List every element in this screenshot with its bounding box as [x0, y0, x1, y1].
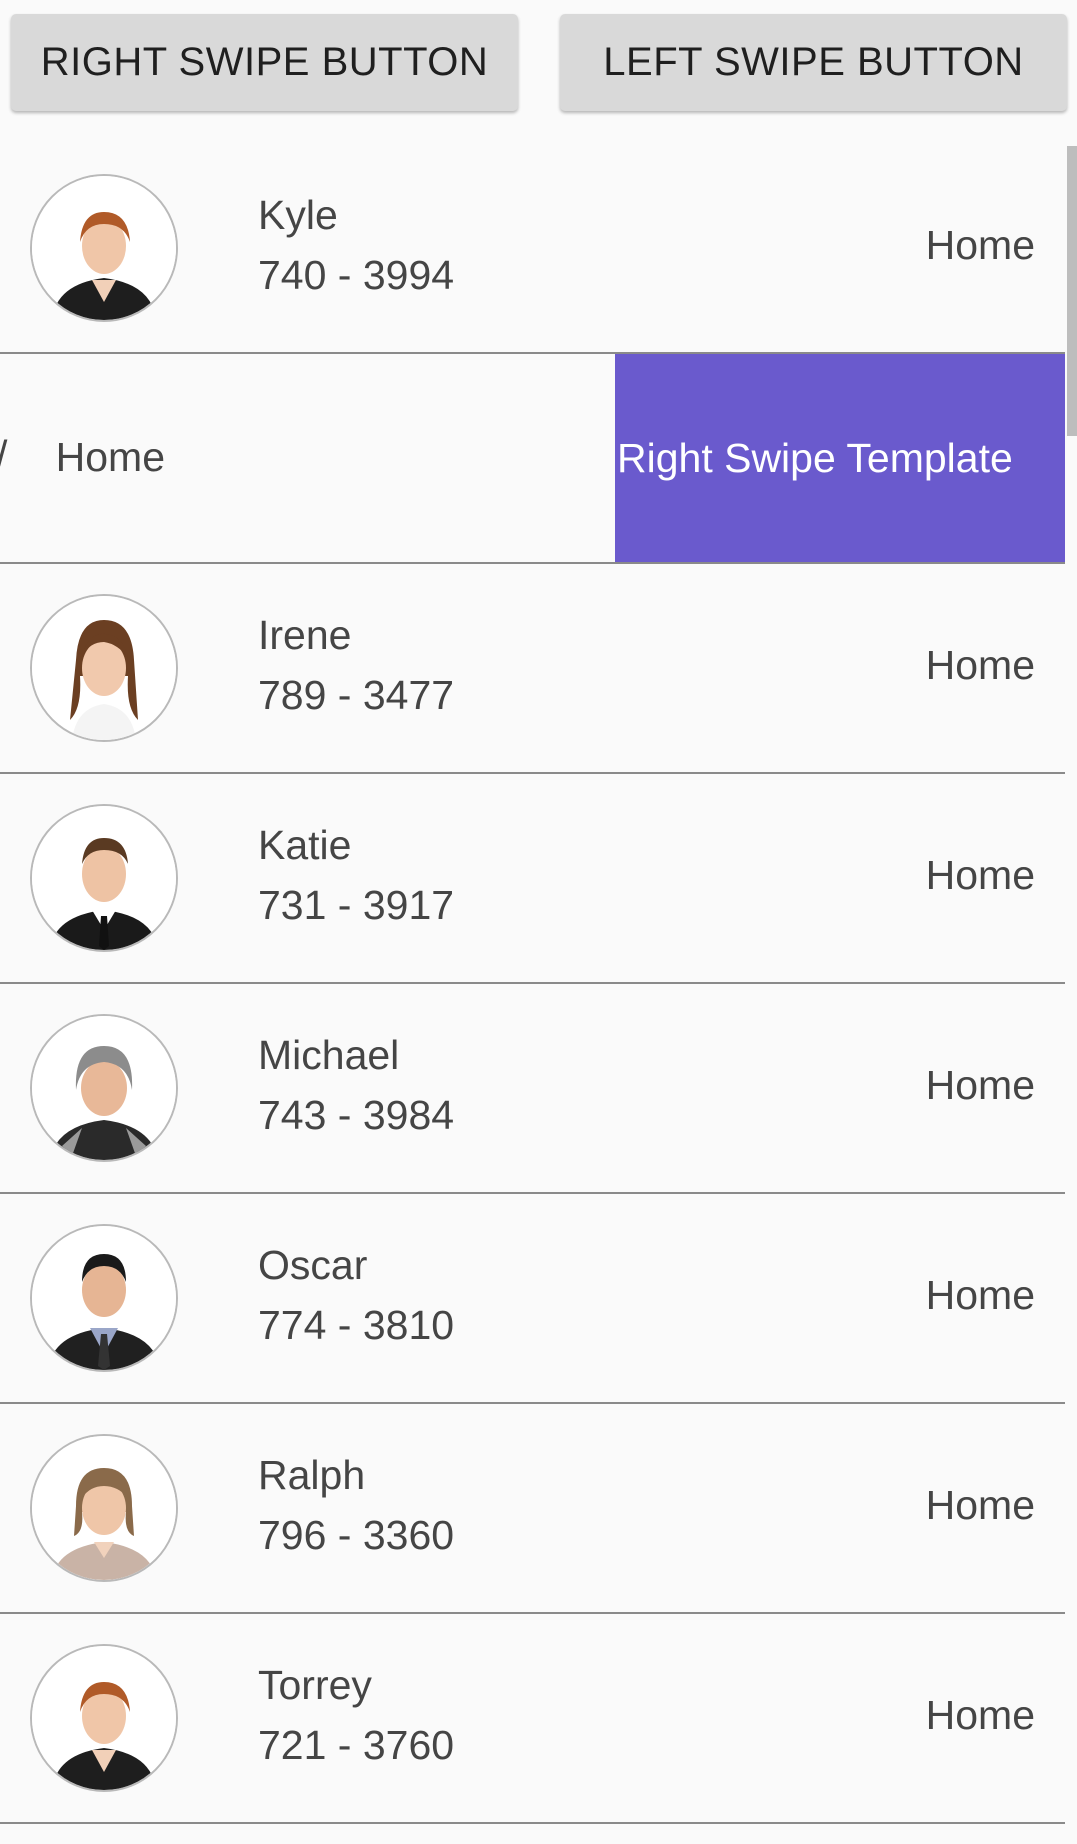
list-item[interactable]: Oscar 774 - 3810 Home — [0, 1194, 1065, 1404]
contact-name: Torrey — [258, 1662, 372, 1708]
avatar — [30, 1434, 178, 1582]
contact-name: Kyle — [258, 192, 338, 238]
contact-name: Oscar — [258, 1242, 368, 1288]
avatar — [30, 1224, 178, 1372]
right-swipe-template[interactable]: Right Swipe Template — [615, 354, 1065, 562]
contact-type: Home — [925, 642, 1035, 688]
contact-type: Home — [55, 434, 165, 480]
list-item[interactable]: Michael 743 - 3984 Home — [0, 984, 1065, 1194]
contact-phone: 731 - 3917 — [258, 882, 455, 928]
left-swipe-button[interactable]: LEFT SWIPE BUTTON — [560, 14, 1067, 111]
contact-type: Home — [925, 1062, 1035, 1108]
contact-name: Irene — [258, 612, 352, 658]
swiped-row-content: / Home — [0, 354, 615, 562]
list-item-swiped[interactable]: / Home Right Swipe Template — [0, 354, 1065, 564]
contact-phone: 740 - 3994 — [258, 252, 455, 298]
contact-type: Home — [925, 1482, 1035, 1528]
scrollbar[interactable] — [1067, 146, 1077, 436]
right-swipe-button[interactable]: RIGHT SWIPE BUTTON — [11, 14, 518, 111]
contact-phone: 796 - 3360 — [258, 1512, 455, 1558]
avatar — [30, 1644, 178, 1792]
avatar — [30, 594, 178, 742]
list-item[interactable]: Kyle 740 - 3994 Home — [0, 144, 1065, 354]
contact-type: Home — [925, 1272, 1035, 1318]
contact-type: Home — [925, 852, 1035, 898]
contact-phone: 743 - 3984 — [258, 1092, 455, 1138]
contact-phone: 774 - 3810 — [258, 1302, 455, 1348]
avatar — [30, 174, 178, 322]
contact-name: Ralph — [258, 1452, 366, 1498]
contact-name: Katie — [258, 822, 352, 868]
list-item[interactable]: Katie 731 - 3917 Home — [0, 774, 1065, 984]
contact-type: Home — [925, 1692, 1035, 1738]
contact-list[interactable]: Kyle 740 - 3994 Home / Home Right Swipe … — [0, 144, 1065, 1824]
contact-phone: 721 - 3760 — [258, 1722, 455, 1768]
right-swipe-template-label: Right Swipe Template — [617, 434, 1013, 481]
list-item[interactable]: Irene 789 - 3477 Home — [0, 564, 1065, 774]
list-item[interactable]: Ralph 796 - 3360 Home — [0, 1404, 1065, 1614]
list-item[interactable]: Torrey 721 - 3760 Home — [0, 1614, 1065, 1824]
contact-name-partial: / — [0, 432, 7, 479]
toolbar: RIGHT SWIPE BUTTON LEFT SWIPE BUTTON — [0, 0, 1077, 130]
contact-phone: 789 - 3477 — [258, 672, 455, 718]
avatar — [30, 1014, 178, 1162]
contact-name: Michael — [258, 1032, 400, 1078]
avatar — [30, 804, 178, 952]
contact-type: Home — [925, 222, 1035, 268]
